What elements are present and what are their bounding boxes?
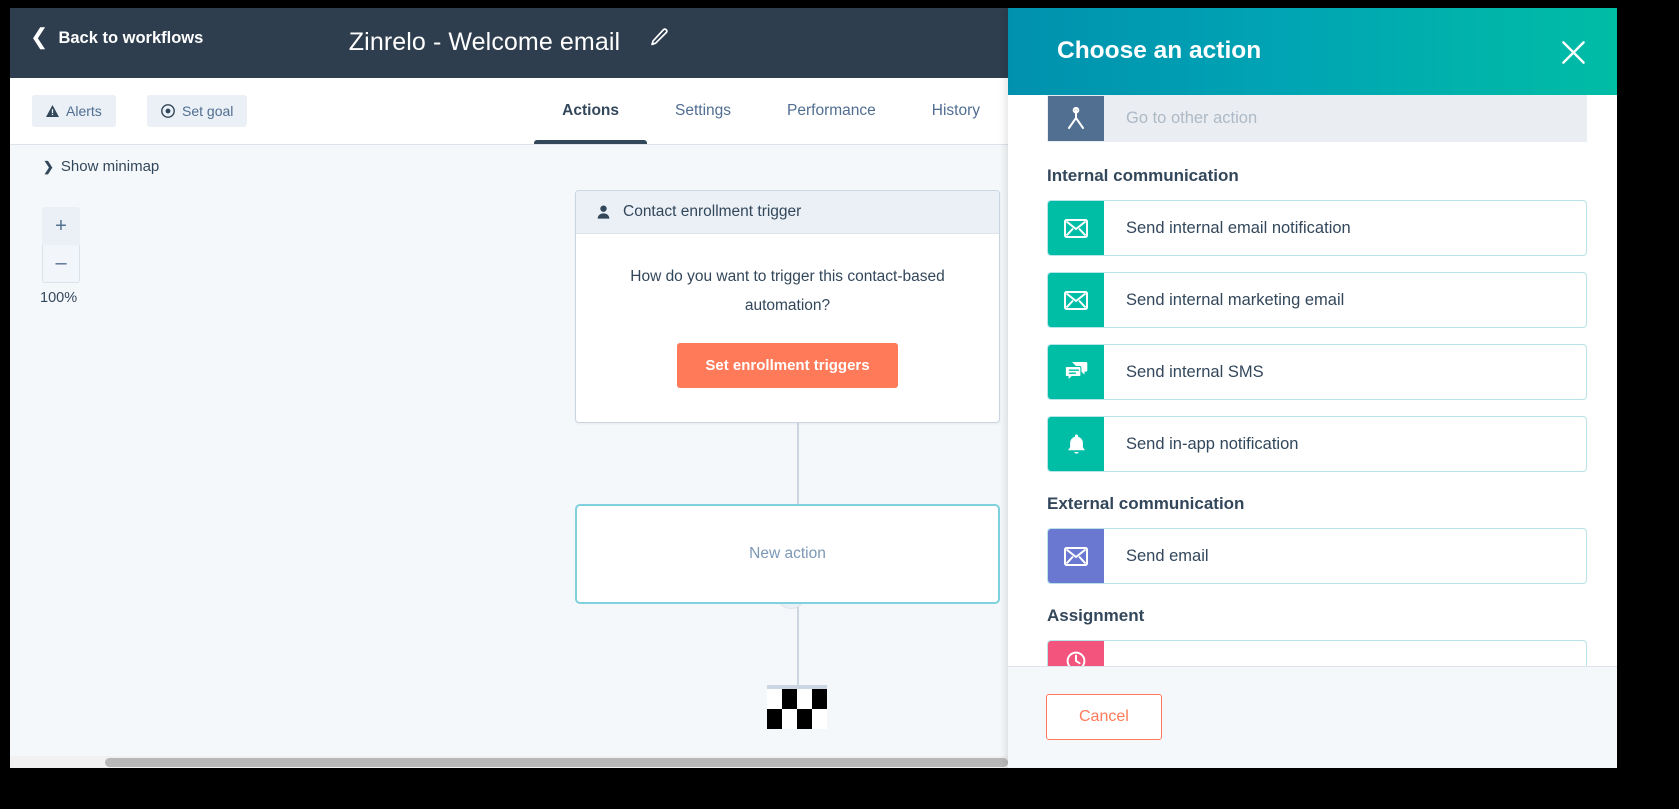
workflow-app: ❯ Show minimap + – 100% Contact enrollme… xyxy=(10,8,1008,768)
workflow-subnav: Alerts Set goal Actions Settings Perform… xyxy=(10,78,1008,145)
action-item-go-to-other-action: Go to other action xyxy=(1047,95,1587,142)
show-minimap-label: Show minimap xyxy=(60,158,160,175)
pencil-icon[interactable] xyxy=(649,26,669,55)
show-minimap-toggle[interactable]: ❯ Show minimap xyxy=(43,158,159,175)
workflow-tabs: Actions Settings Performance History xyxy=(534,78,1008,145)
action-item-send-internal-email-notification[interactable]: Send internal email notification xyxy=(1047,200,1587,256)
bell-icon xyxy=(1048,417,1104,471)
zoom-controls[interactable]: + – xyxy=(42,207,80,283)
trigger-card-header: Contact enrollment trigger xyxy=(576,191,999,234)
new-action-card[interactable]: New action xyxy=(575,504,1000,604)
set-enrollment-triggers-button[interactable]: Set enrollment triggers xyxy=(677,342,898,388)
action-item-send-internal-sms[interactable]: Send internal SMS xyxy=(1047,344,1587,400)
page-title: Zinrelo - Welcome email xyxy=(348,28,621,56)
branch-icon xyxy=(1048,96,1104,141)
contact-enrollment-trigger-card[interactable]: Contact enrollment trigger How do you wa… xyxy=(575,190,1000,423)
trigger-card-body: How do you want to trigger this contact-… xyxy=(576,234,999,422)
envelope-icon xyxy=(1048,273,1104,327)
action-item-label: Send internal SMS xyxy=(1126,362,1264,381)
action-item-label: Send internal email notification xyxy=(1126,218,1351,237)
browser-frame: ❯ Show minimap + – 100% Contact enrollme… xyxy=(10,8,1617,768)
checkered-flag-icon xyxy=(767,685,827,729)
connector-line-bottom xyxy=(797,604,799,686)
tab-actions[interactable]: Actions xyxy=(534,78,647,144)
section-heading-internal-communication: Internal communication xyxy=(1047,166,1239,185)
zoom-in-button[interactable]: + xyxy=(42,207,80,245)
new-action-label: New action xyxy=(749,545,826,562)
panel-title: Choose an action xyxy=(1057,37,1262,64)
set-goal-button[interactable]: Set goal xyxy=(147,95,248,127)
action-item-label: Send email xyxy=(1126,546,1209,565)
action-item-rotate-record[interactable] xyxy=(1047,640,1587,666)
contact-person-icon xyxy=(597,205,610,219)
zoom-out-button[interactable]: – xyxy=(42,245,80,283)
canvas-horizontal-scrollbar[interactable] xyxy=(10,756,1008,768)
tab-settings[interactable]: Settings xyxy=(647,78,759,144)
panel-footer: Cancel xyxy=(1008,666,1617,768)
target-icon xyxy=(161,104,175,118)
workflow-title-area: Zinrelo - Welcome email xyxy=(10,26,1008,57)
chevron-right-icon: ❯ xyxy=(43,158,54,174)
choose-action-panel: Choose an action Go to other action Inte… xyxy=(1008,8,1617,768)
panel-action-list[interactable]: Go to other action Internal communicatio… xyxy=(1008,95,1617,666)
alerts-label: Alerts xyxy=(66,103,102,119)
trigger-card-title: Contact enrollment trigger xyxy=(623,203,802,220)
rotate-record-icon xyxy=(1048,641,1104,666)
envelope-icon xyxy=(1048,529,1104,583)
cancel-button[interactable]: Cancel xyxy=(1046,694,1162,740)
scrollbar-thumb[interactable] xyxy=(105,758,1008,767)
alerts-button[interactable]: Alerts xyxy=(32,95,116,127)
action-item-label: Send internal marketing email xyxy=(1126,290,1345,309)
panel-header: Choose an action xyxy=(1008,8,1617,95)
warning-triangle-icon xyxy=(46,105,59,117)
action-item-send-email[interactable]: Send email xyxy=(1047,528,1587,584)
action-item-label: Go to other action xyxy=(1126,109,1258,127)
close-x-icon xyxy=(1561,40,1585,64)
action-item-send-in-app-notification[interactable]: Send in-app notification xyxy=(1047,416,1587,472)
trigger-question: How do you want to trigger this contact-… xyxy=(630,268,945,315)
workflow-canvas[interactable]: ❯ Show minimap + – 100% Contact enrollme… xyxy=(10,145,1008,768)
set-goal-label: Set goal xyxy=(182,103,234,119)
action-item-send-internal-marketing-email[interactable]: Send internal marketing email xyxy=(1047,272,1587,328)
zoom-percent-label: 100% xyxy=(40,290,78,306)
chat-bubbles-icon xyxy=(1048,345,1104,399)
section-heading-assignment: Assignment xyxy=(1047,606,1145,625)
section-heading-external-communication: External communication xyxy=(1047,494,1245,513)
tab-history[interactable]: History xyxy=(904,78,1008,144)
envelope-icon xyxy=(1048,201,1104,255)
action-item-label: Send in-app notification xyxy=(1126,434,1299,453)
tab-performance[interactable]: Performance xyxy=(759,78,904,144)
action-item-label xyxy=(1104,641,1586,666)
panel-close-button[interactable] xyxy=(1555,34,1591,70)
